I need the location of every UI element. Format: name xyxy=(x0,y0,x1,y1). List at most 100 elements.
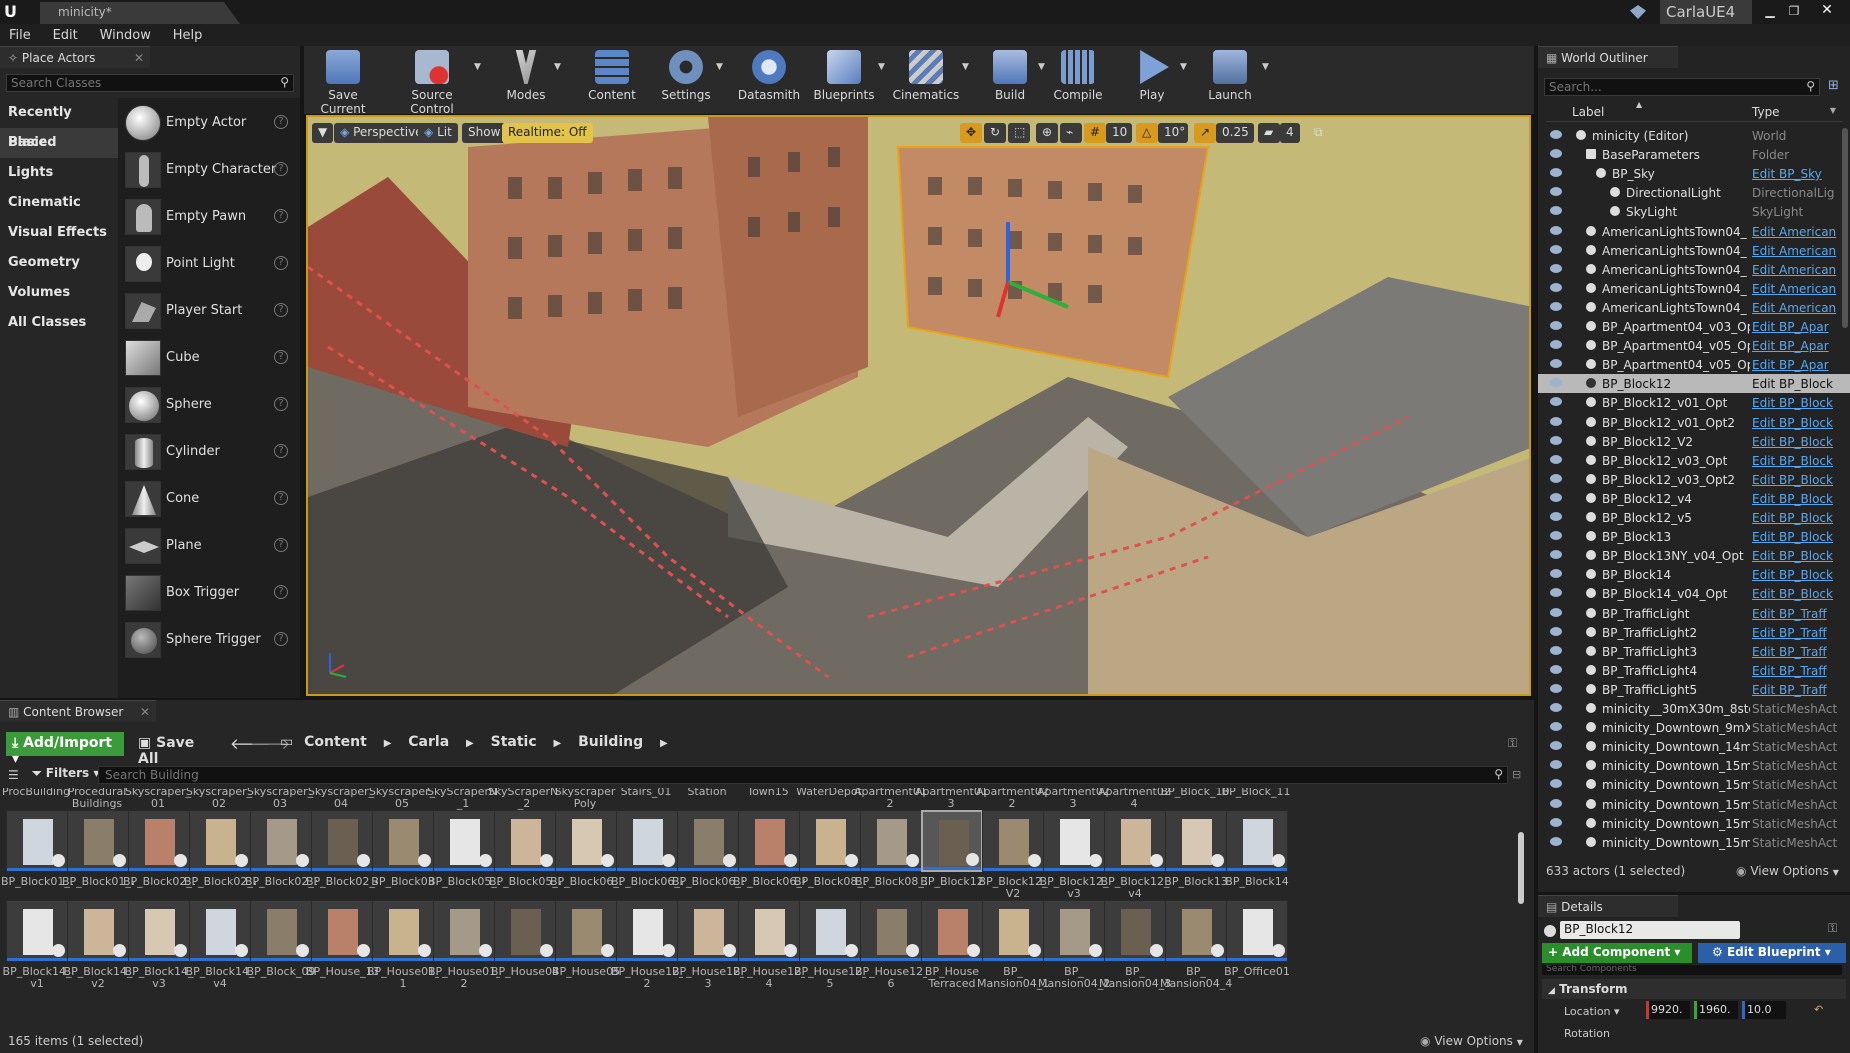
chevron-down-icon[interactable]: ▼ xyxy=(716,62,723,72)
outliner-row[interactable]: minicity_Downtown_14m StaticMeshAct xyxy=(1538,737,1850,756)
outliner-row[interactable]: BP_Block12_v01_Opt Edit BP_Block xyxy=(1538,393,1850,412)
asset-thumbnail[interactable] xyxy=(555,900,617,962)
outliner-row-type[interactable]: Edit BP_Block xyxy=(1752,530,1844,544)
save-current-button[interactable]: Save Current xyxy=(308,50,378,116)
visibility-eye-icon[interactable] xyxy=(1550,321,1562,330)
visibility-eye-icon[interactable] xyxy=(1550,798,1562,808)
actor-item[interactable]: Plane? xyxy=(122,525,296,567)
lock-icon[interactable]: ⚿ xyxy=(1508,736,1517,751)
category-visual-effects[interactable]: Visual Effects xyxy=(0,218,118,248)
visibility-eye-icon[interactable] xyxy=(1550,225,1562,235)
outliner-row-type[interactable]: Edit BP_Apar xyxy=(1752,320,1844,334)
asset-grid-scrollbar[interactable] xyxy=(1518,832,1524,904)
rotate-mode-icon[interactable]: ↻ xyxy=(984,123,1006,143)
asset-thumbnail[interactable] xyxy=(1043,810,1105,872)
outliner-row[interactable]: BP_TrafficLight4 Edit BP_Traff xyxy=(1538,661,1850,680)
outliner-row-type[interactable]: Edit BP_Block xyxy=(1752,492,1844,506)
visibility-eye-icon[interactable] xyxy=(1550,779,1562,789)
asset-thumbnail[interactable] xyxy=(738,900,800,962)
content-button[interactable]: Content xyxy=(586,50,638,110)
actor-item[interactable]: Cube? xyxy=(122,337,296,379)
asset-thumbnail[interactable] xyxy=(799,900,861,962)
scale-snap-value[interactable]: 0.25 xyxy=(1216,123,1254,143)
outliner-search-box[interactable]: ⚲ xyxy=(1544,78,1820,96)
source-control-button[interactable]: Source Control xyxy=(392,50,472,116)
perspective-button[interactable]: ◈ Perspective xyxy=(334,123,429,143)
visibility-eye-icon[interactable] xyxy=(1550,703,1562,712)
breadcrumb-separator-icon[interactable]: ▶ xyxy=(554,738,562,749)
visibility-eye-icon[interactable] xyxy=(1550,149,1562,159)
outliner-row-type[interactable]: Edit American xyxy=(1752,301,1844,315)
visibility-eye-icon[interactable] xyxy=(1550,607,1562,617)
transform-section-header[interactable]: ◢ Transform xyxy=(1542,979,1846,999)
actor-item[interactable]: Empty Pawn? xyxy=(122,196,296,238)
save-all-button[interactable]: ▣ Save All xyxy=(134,732,220,767)
outliner-row[interactable]: BP_Block14_v04_Opt Edit BP_Block xyxy=(1538,584,1850,603)
visibility-eye-icon[interactable] xyxy=(1550,722,1562,732)
outliner-row[interactable]: BaseParameters Folder xyxy=(1538,145,1850,164)
visibility-eye-icon[interactable] xyxy=(1550,512,1562,521)
menu-help[interactable]: Help xyxy=(164,24,212,47)
asset-thumbnail[interactable] xyxy=(860,810,922,872)
actor-item[interactable]: Cylinder? xyxy=(122,431,296,473)
help-icon[interactable]: ? xyxy=(274,444,288,458)
outliner-row[interactable]: BP_Block12_v5 Edit BP_Block xyxy=(1538,508,1850,527)
outliner-row[interactable]: BP_TrafficLight2 Edit BP_Traff xyxy=(1538,623,1850,642)
outliner-row-type[interactable]: Edit BP_Traff xyxy=(1752,645,1844,659)
outliner-row[interactable]: BP_TrafficLight3 Edit BP_Traff xyxy=(1538,642,1850,661)
asset-thumbnail[interactable] xyxy=(799,810,861,872)
breadcrumb-item[interactable]: Content xyxy=(304,734,367,750)
help-icon[interactable]: ? xyxy=(274,256,288,270)
visibility-eye-icon[interactable] xyxy=(1550,378,1562,388)
help-icon[interactable]: ? xyxy=(274,209,288,223)
actor-item[interactable]: Box Trigger? xyxy=(122,572,296,614)
asset-thumbnail[interactable] xyxy=(1104,810,1166,872)
outliner-row[interactable]: SkyLight SkyLight xyxy=(1538,202,1850,221)
outliner-row[interactable]: minicity (Editor) World xyxy=(1538,126,1850,145)
breadcrumb-separator-icon[interactable]: ▶ xyxy=(384,738,392,749)
outliner-row-type[interactable]: Edit BP_Block xyxy=(1752,549,1844,563)
visibility-eye-icon[interactable] xyxy=(1550,531,1562,541)
outliner-row[interactable]: minicity_Downtown_15m StaticMeshAct xyxy=(1538,756,1850,775)
asset-thumbnail[interactable] xyxy=(677,810,739,872)
breadcrumb-item[interactable]: Building xyxy=(578,734,643,750)
outliner-row-type[interactable]: Edit BP_Block xyxy=(1752,568,1844,582)
asset-thumbnail[interactable] xyxy=(677,900,739,962)
asset-thumbnail[interactable] xyxy=(189,810,251,872)
outliner-row[interactable]: BP_Block12_v01_Opt2 Edit BP_Block xyxy=(1538,413,1850,432)
outliner-row-type[interactable]: Edit BP_Block xyxy=(1752,473,1844,487)
outliner-row[interactable]: BP_Block12 Edit BP_Block xyxy=(1538,374,1850,394)
maximize-viewport-icon[interactable]: ⧉ xyxy=(1308,123,1328,143)
chevron-down-icon[interactable]: ▼ xyxy=(1180,62,1187,72)
save-search-icon[interactable]: ⊟ xyxy=(1512,768,1521,781)
content-view-options[interactable]: ◉ View Options ▼ xyxy=(1420,1034,1523,1048)
outliner-row[interactable]: DirectionalLight DirectionalLig xyxy=(1538,183,1850,202)
edit-blueprint-button[interactable]: ⚙ Edit Blueprint ▾ xyxy=(1698,943,1846,963)
visibility-eye-icon[interactable] xyxy=(1550,760,1562,770)
visibility-eye-icon[interactable] xyxy=(1550,244,1562,254)
add-import-button[interactable]: ⤓ Add/Import ▾ xyxy=(6,732,124,767)
asset-thumbnail[interactable] xyxy=(67,810,129,872)
close-tab-icon[interactable]: ✕ xyxy=(134,51,144,65)
visibility-eye-icon[interactable] xyxy=(1550,569,1562,579)
visibility-eye-icon[interactable] xyxy=(1550,645,1562,655)
lit-button[interactable]: ◈ Lit xyxy=(418,123,458,143)
asset-thumbnail[interactable] xyxy=(372,810,434,872)
outliner-row[interactable]: minicity_Downtown_15m StaticMeshAct xyxy=(1538,833,1850,852)
help-icon[interactable]: ? xyxy=(274,632,288,646)
outliner-row-type[interactable]: Edit BP_Block xyxy=(1752,416,1844,430)
visibility-eye-icon[interactable] xyxy=(1550,282,1562,292)
search-icon[interactable]: ⚲ xyxy=(1806,79,1815,93)
location-x-input[interactable]: 9920. xyxy=(1646,1001,1690,1019)
asset-thumbnail[interactable] xyxy=(433,900,495,962)
visibility-eye-icon[interactable] xyxy=(1550,473,1562,483)
outliner-row[interactable]: BP_Block13NY_v04_Opt Edit BP_Block xyxy=(1538,546,1850,565)
outliner-row[interactable]: BP_Block12_V2 Edit BP_Block xyxy=(1538,432,1850,451)
rotation-snap-icon[interactable]: △ xyxy=(1136,123,1158,143)
outliner-row[interactable]: minicity_Downtown_9mX StaticMeshAct xyxy=(1538,718,1850,737)
asset-thumbnail[interactable] xyxy=(1043,900,1105,962)
actor-item[interactable]: Empty Actor? xyxy=(122,102,296,144)
outliner-row[interactable]: BP_Apartment04_v05_Op Edit BP_Apar xyxy=(1538,355,1850,374)
help-icon[interactable]: ? xyxy=(274,115,288,129)
search-classes-box[interactable]: ⚲ xyxy=(6,74,294,92)
